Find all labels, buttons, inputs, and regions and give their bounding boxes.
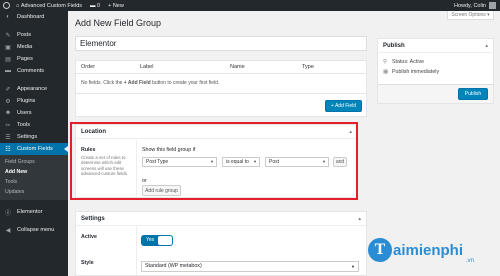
watermark-domain: .vn xyxy=(466,258,475,264)
wrench-icon: ✂ xyxy=(5,122,11,129)
sidebar-item-label: Posts xyxy=(17,32,31,38)
status-row: ⚲ Status: Active xyxy=(378,57,493,67)
style-label: Style xyxy=(81,260,94,266)
sidebar-item-media[interactable]: ▣ Media xyxy=(0,41,68,53)
fields-table-header: Order Label Name Type xyxy=(76,61,366,74)
sidebar-item-plugins[interactable]: ⚙ Plugins xyxy=(0,95,68,107)
sidebar-item-label: Media xyxy=(17,44,33,50)
admin-bar: ⌂ Advanced Custom Fields ▬ 0 + New Howdy… xyxy=(0,0,500,11)
publish-box: Publish ⚲ Status: Active ▦ Publish immedia… xyxy=(377,38,494,104)
sidebar-item-tools[interactable]: ✂ Tools xyxy=(0,119,68,131)
sidebar-item-users[interactable]: ☻ Users xyxy=(0,107,68,119)
comments-count: 0 xyxy=(97,2,101,9)
list-icon: ☷ xyxy=(5,146,11,153)
sidebar-item-label: Custom Fields xyxy=(17,146,53,152)
sidebar-item-custom-fields[interactable]: ☷ Custom Fields xyxy=(0,143,68,155)
sidebar-item-posts[interactable]: ✎ Posts xyxy=(0,29,68,41)
publish-title: Publish xyxy=(378,39,493,53)
plugin-icon: ⚙ xyxy=(5,98,11,105)
sidebar-item-label: Dashboard xyxy=(17,14,45,20)
sidebar-item-label: Plugins xyxy=(17,98,36,104)
add-field-button[interactable]: + Add Field xyxy=(325,100,362,112)
home-icon[interactable]: ⌂ Advanced Custom Fields xyxy=(12,0,86,11)
sidebar-item-label: Elementor xyxy=(17,209,43,215)
active-label: Active xyxy=(81,234,97,240)
user-icon: ☻ xyxy=(4,110,12,116)
submenu-item-add-new[interactable]: Add New xyxy=(0,167,68,177)
screen-options-button[interactable]: Screen Options ▾ xyxy=(447,11,494,20)
field-group-title-input[interactable]: Elementor xyxy=(75,36,367,51)
media-icon: ▣ xyxy=(5,44,11,51)
submenu-item-field-groups[interactable]: Field Groups xyxy=(0,157,68,167)
style-value: Standard (WP metabox) xyxy=(145,263,202,269)
no-fields-text-end: button to create your first field. xyxy=(150,80,220,86)
settings-box: Settings ▲ Active Style Yes Standard (WP… xyxy=(75,211,367,276)
publish-button[interactable]: Publish xyxy=(458,88,488,100)
sidebar-item-label: Pages xyxy=(17,56,33,62)
page-icon: ▤ xyxy=(5,56,11,63)
schedule-text: Publish immediately xyxy=(392,69,440,75)
column-label: Label xyxy=(140,64,154,70)
style-select[interactable]: Standard (WP metabox) ▼ xyxy=(141,261,359,272)
watermark-t-icon: T xyxy=(368,238,392,262)
settings-fields: Yes Standard (WP metabox) ▼ xyxy=(136,226,366,275)
calendar-icon: ▦ xyxy=(383,69,389,75)
submenu-item-updates[interactable]: Updates xyxy=(0,187,68,197)
publish-actions: Publish xyxy=(378,84,493,103)
collapse-arrow-icon[interactable]: ▲ xyxy=(358,216,362,221)
active-toggle[interactable]: Yes xyxy=(141,235,173,246)
page-title: Add New Field Group xyxy=(75,18,162,28)
sidebar-item-elementor[interactable]: ⓔ Elementor xyxy=(0,206,68,218)
no-fields-text: No fields. Click the xyxy=(81,80,124,86)
sidebar-item-dashboard[interactable]: ◐ Dashboard xyxy=(0,11,68,23)
no-fields-button-ref: + Add Field xyxy=(123,80,151,86)
pin-icon: ✎ xyxy=(5,32,11,39)
highlight-box xyxy=(70,122,358,200)
submenu-item-tools[interactable]: Tools xyxy=(0,177,68,187)
collapse-arrow-icon[interactable]: ▲ xyxy=(485,43,489,48)
fields-table: Order Label Name Type No fields. Click t… xyxy=(75,60,367,117)
settings-title: Settings xyxy=(76,212,366,226)
sidebar-item-label: Settings xyxy=(17,134,38,140)
new-content-menu[interactable]: + New xyxy=(104,0,128,11)
watermark-text: aimienphi xyxy=(393,241,464,259)
collapse-menu-button[interactable]: ◀ Collapse menu xyxy=(0,224,68,236)
toggle-knob xyxy=(158,236,172,245)
collapse-icon: ◀ xyxy=(5,227,11,234)
sidebar-item-comments[interactable]: ▬ Comments xyxy=(0,65,68,77)
column-order: Order xyxy=(81,64,96,70)
site-name[interactable]: Advanced Custom Fields xyxy=(21,3,82,9)
status-text: Status: Active xyxy=(392,59,425,65)
comment-icon: ▬ xyxy=(90,2,96,9)
column-type: Type xyxy=(302,64,314,70)
comment-icon: ▬ xyxy=(5,68,11,74)
wordpress-logo-icon[interactable] xyxy=(0,0,12,11)
brush-icon: ✐ xyxy=(5,86,11,93)
chevron-down-icon: ▼ xyxy=(351,264,355,269)
admin-sidebar: ◐ Dashboard ✎ Posts ▣ Media ▤ Pages ▬ Comment… xyxy=(0,11,68,276)
custom-fields-submenu: Field Groups Add New Tools Updates xyxy=(0,155,68,200)
sidebar-item-settings[interactable]: ☰ Settings xyxy=(0,131,68,143)
sidebar-item-pages[interactable]: ▤ Pages xyxy=(0,53,68,65)
schedule-row: ▦ Publish immediately xyxy=(378,67,493,77)
pin-icon: ⚲ xyxy=(383,59,388,65)
watermark-logo: T aimienphi .vn xyxy=(368,238,474,264)
sidebar-item-label: Users xyxy=(17,110,32,116)
dashboard-icon: ◐ xyxy=(6,14,10,20)
settings-icon: ☰ xyxy=(5,134,11,141)
sidebar-item-label: Tools xyxy=(17,122,31,128)
elementor-icon: ⓔ xyxy=(4,210,11,217)
comments-indicator[interactable]: ▬ 0 xyxy=(86,0,104,11)
column-name: Name xyxy=(230,64,245,70)
sidebar-item-label: Appearance xyxy=(17,86,48,92)
sidebar-item-label: Comments xyxy=(17,68,45,74)
account-greeting[interactable]: Howdy, Colin xyxy=(454,3,486,9)
sidebar-item-label: Collapse menu xyxy=(17,227,55,233)
toggle-text: Yes xyxy=(146,237,155,243)
sidebar-item-appearance[interactable]: ✐ Appearance xyxy=(0,83,68,95)
avatar[interactable] xyxy=(489,2,496,9)
no-fields-message: No fields. Click the + Add Field button … xyxy=(76,74,366,94)
